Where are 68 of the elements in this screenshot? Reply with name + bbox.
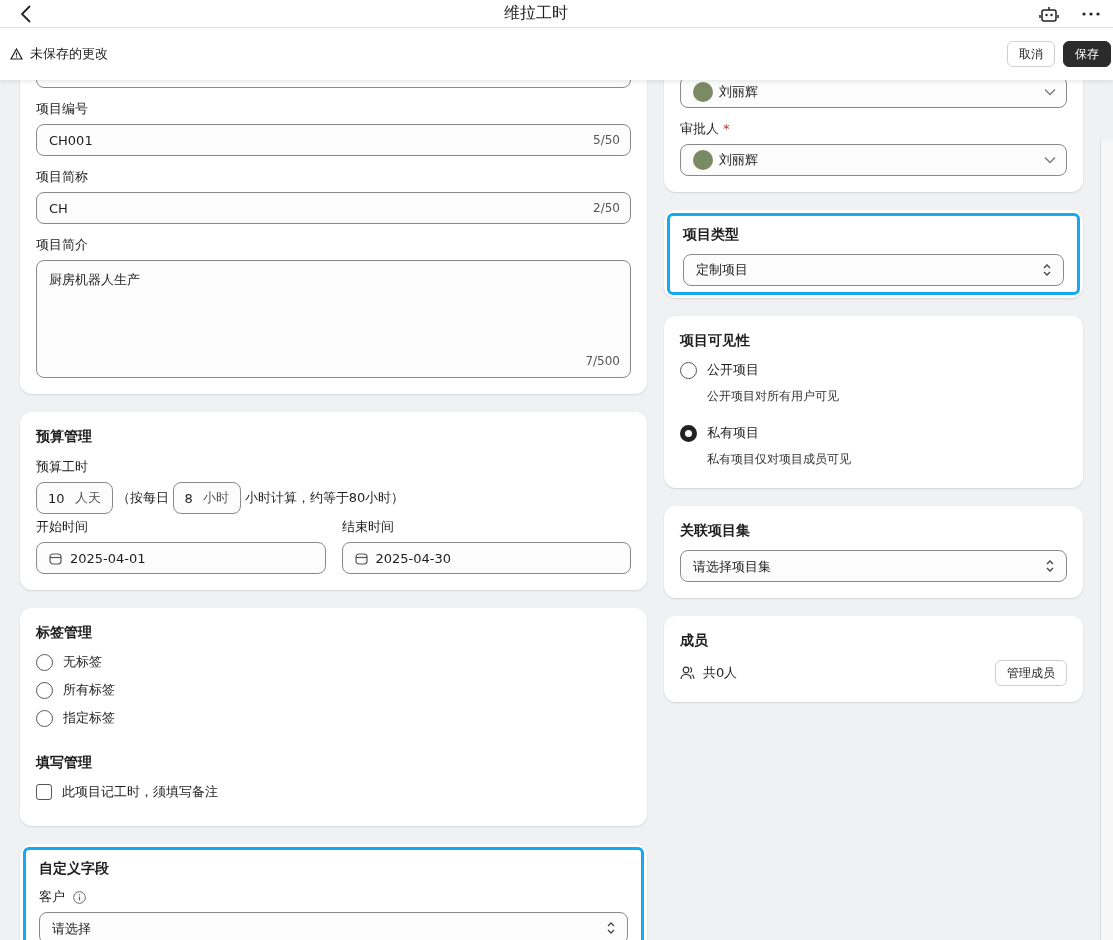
field-label: 预算工时 (36, 458, 89, 476)
back-icon[interactable] (20, 3, 32, 24)
manage-members-button[interactable]: 管理成员 (995, 660, 1067, 686)
up-down-caret-icon (1042, 263, 1052, 277)
number-input[interactable]: 8 小时 (172, 482, 241, 514)
budget-text: （按每日 (116, 489, 169, 507)
section-title: 预算管理 (36, 428, 93, 446)
character-count: 5/50 (593, 133, 620, 147)
select-field[interactable]: 请选择 (39, 912, 628, 940)
option-label: 指定标签 (63, 709, 115, 727)
chevron-down-icon (1044, 88, 1056, 96)
info-icon[interactable] (73, 890, 86, 904)
select-field[interactable]: 定制项目 (683, 254, 1064, 286)
section-title: 成员 (680, 632, 709, 650)
date-field[interactable]: 2025-04-30 (341, 542, 631, 574)
unsaved-changes-text: 未保存的更改 (30, 45, 108, 63)
field-label: 开始时间 (36, 518, 89, 536)
radio-button[interactable] (680, 424, 697, 442)
people-icon (680, 666, 695, 680)
radio-button[interactable] (36, 653, 53, 671)
required-asterisk: * (723, 121, 730, 136)
up-down-caret-icon (606, 921, 616, 935)
option-label: 所有标签 (63, 681, 115, 699)
cancel-button[interactable]: 取消 (1007, 41, 1055, 67)
section-title: 自定义字段 (39, 860, 110, 878)
section-title: 项目类型 (683, 226, 740, 244)
option-label: 公开项目 (707, 361, 759, 379)
save-button[interactable]: 保存 (1063, 41, 1111, 67)
page-title: 维拉工时 (503, 3, 568, 24)
up-down-caret-icon (1045, 559, 1055, 573)
person-select[interactable]: 刘丽辉 (680, 80, 1067, 108)
scrollbar[interactable] (1100, 140, 1113, 940)
radio-button[interactable] (36, 709, 53, 727)
section-title: 关联项目集 (680, 522, 751, 540)
more-icon[interactable] (1081, 10, 1101, 17)
field-label: 项目编号 (36, 100, 89, 118)
input-field[interactable]: CH 2/50 (36, 192, 631, 224)
radio-button[interactable] (36, 681, 53, 699)
number-input[interactable]: 10 人天 (36, 482, 113, 514)
field-label: 结束时间 (341, 518, 395, 536)
person-select[interactable]: 刘丽辉 (680, 144, 1067, 176)
warning-icon (10, 48, 23, 60)
option-label: 私有项目 (707, 424, 759, 442)
option-description: 公开项目对所有用户可见 (707, 388, 840, 405)
avatar-icon (693, 82, 713, 102)
checkbox-label: 此项目记工时，须填写备注 (62, 783, 218, 801)
avatar-icon (693, 150, 713, 170)
radio-button[interactable] (680, 361, 697, 379)
field-label: 项目简称 (36, 168, 89, 186)
member-count: 共0人 (703, 664, 738, 682)
section-title: 标签管理 (36, 624, 93, 642)
checkbox[interactable] (36, 784, 52, 800)
field-label: 审批人 (680, 121, 719, 136)
field-label: 项目简介 (36, 236, 89, 254)
select-field[interactable]: 请选择项目集 (680, 550, 1067, 582)
character-count: 7/500 (585, 354, 620, 368)
field-label: 客户 (39, 888, 65, 906)
section-title: 项目可见性 (680, 332, 751, 350)
chevron-down-icon (1044, 156, 1056, 164)
calendar-icon (49, 551, 62, 565)
calendar-icon (354, 551, 368, 565)
option-label: 无标签 (63, 653, 102, 671)
budget-text: 小时计算，约等于80小时） (244, 489, 405, 507)
input-field[interactable]: CH001 5/50 (36, 124, 631, 156)
option-description: 私有项目仅对项目成员可见 (707, 451, 852, 468)
section-title: 填写管理 (36, 754, 93, 772)
date-field[interactable]: 2025-04-01 (36, 542, 326, 574)
character-count: 2/50 (593, 201, 620, 215)
